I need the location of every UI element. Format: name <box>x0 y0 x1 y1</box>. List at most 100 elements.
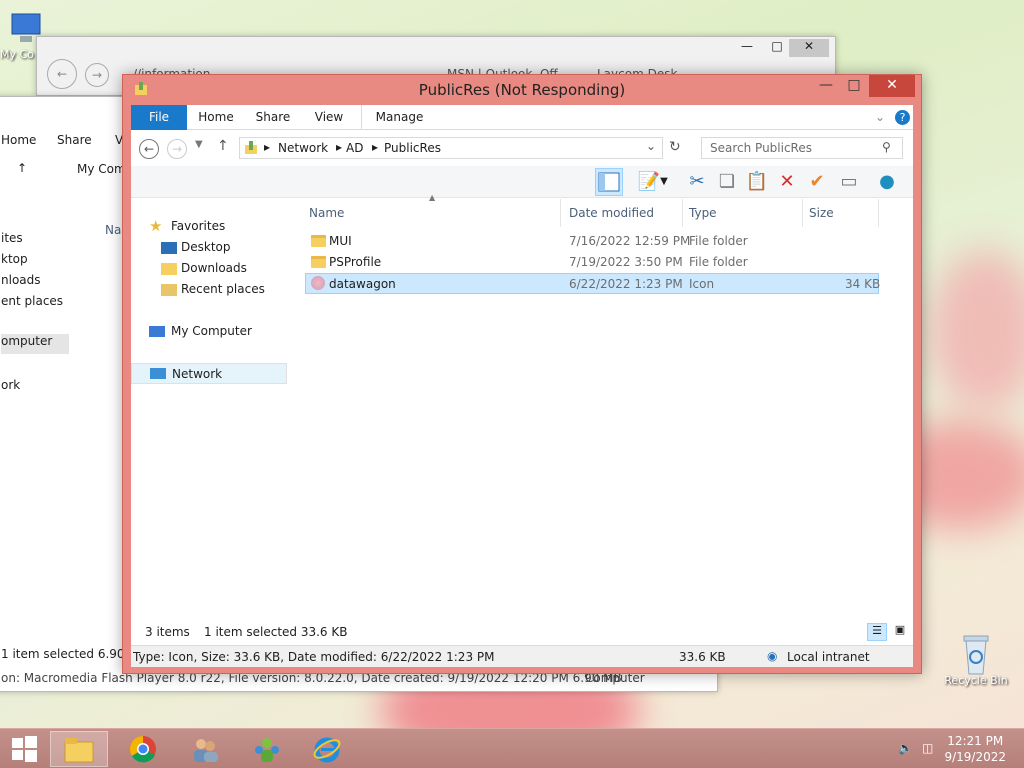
taskbar-internet-explorer[interactable] <box>298 731 356 767</box>
column-header-type[interactable]: Type <box>685 199 803 227</box>
minimize-button[interactable]: — <box>813 75 839 97</box>
nav-network[interactable]: Network <box>131 363 287 384</box>
maximize-button[interactable]: □ <box>765 39 789 53</box>
folder-icon <box>311 256 326 268</box>
navigation-pane: ★ Favorites Desktop Downloads Recent pla… <box>131 199 295 619</box>
forward-icon[interactable]: → <box>167 139 187 159</box>
rename-icon[interactable]: ▭ <box>835 168 863 196</box>
desktop-icon <box>161 242 177 254</box>
up-icon[interactable]: ↑ <box>17 161 27 175</box>
details-view-icon[interactable]: ☰ <box>867 623 887 641</box>
selection-info: 1 item selected 33.6 KB <box>204 625 348 639</box>
search-input[interactable]: Search PublicRes ⚲ <box>701 137 903 159</box>
taskbar-users-app[interactable] <box>176 731 234 767</box>
tab-manage[interactable]: Manage <box>361 105 437 130</box>
recent-locations-icon[interactable]: ▼ <box>195 139 203 150</box>
downloads-icon <box>161 263 177 275</box>
paste-icon[interactable]: 📋 <box>743 168 771 196</box>
tab-share[interactable]: Share <box>57 133 92 147</box>
nav-item[interactable]: ent places <box>1 294 63 308</box>
clock-date: 9/19/2022 <box>944 750 1006 764</box>
window-title: PublicRes (Not Responding) <box>418 81 626 99</box>
taskbar-chrome[interactable] <box>114 731 172 767</box>
icon-file-icon <box>311 276 325 290</box>
network-tray-icon[interactable]: ◫ <box>922 741 933 755</box>
nav-item[interactable]: ites <box>1 231 23 245</box>
tab-view[interactable]: View <box>305 105 353 130</box>
column-header-date[interactable]: Date modified <box>565 199 683 227</box>
nav-favorites[interactable]: ★ Favorites <box>131 216 295 237</box>
taskbar-network-app[interactable] <box>238 731 296 767</box>
chevron-down-icon[interactable]: ▼ <box>657 168 671 196</box>
column-header-name[interactable]: Name <box>305 199 561 227</box>
file-row[interactable]: PSProfile 7/19/2022 3:50 PM File folder <box>305 252 879 273</box>
close-button[interactable]: ✕ <box>789 39 829 57</box>
start-button[interactable] <box>0 731 48 767</box>
intranet-icon: ◉ <box>767 649 778 663</box>
delete-icon[interactable]: ✕ <box>773 168 801 196</box>
large-icons-view-icon[interactable]: ▣ <box>891 623 909 641</box>
network-icon <box>150 368 166 379</box>
nav-item[interactable]: ktop <box>1 252 28 266</box>
recycle-bin-icon <box>956 632 996 675</box>
globe-icon[interactable]: ● <box>873 168 901 196</box>
back-icon[interactable]: ← <box>47 59 77 89</box>
file-row-selected[interactable]: datawagon 6/22/2022 1:23 PM Icon 34 KB <box>305 273 880 294</box>
nav-recent-places[interactable]: Recent places <box>131 279 295 300</box>
minimize-button[interactable]: — <box>735 39 759 53</box>
item-count: 3 items <box>145 625 190 639</box>
desktop-icon-label: My Co <box>0 48 34 61</box>
tab-share[interactable]: Share <box>247 105 299 130</box>
chevron-down-icon[interactable]: ⌄ <box>875 110 885 124</box>
breadcrumb-ad[interactable]: AD <box>346 141 363 155</box>
folder-icon <box>311 235 326 247</box>
help-icon[interactable]: ? <box>895 110 910 125</box>
copy-icon[interactable]: ❏ <box>713 168 741 196</box>
users-icon <box>194 739 218 762</box>
status-text: 1 item selected 6.90 M <box>1 647 139 661</box>
tab-home[interactable]: Home <box>1 133 36 147</box>
checkmark-icon[interactable]: ✔ <box>803 168 831 196</box>
cut-icon[interactable]: ✂ <box>683 168 711 196</box>
back-icon[interactable]: ← <box>139 139 159 159</box>
close-button[interactable]: ✕ <box>869 75 915 97</box>
star-icon: ★ <box>149 217 163 235</box>
nav-item[interactable]: ork <box>1 378 20 392</box>
nav-downloads[interactable]: Downloads <box>131 258 295 279</box>
toolbar: 📝 ▼ ✂ ❏ 📋 ✕ ✔ ▭ ● <box>131 166 913 198</box>
desktop-icon-my-computer[interactable]: My Co <box>0 10 41 61</box>
preview-pane-icon[interactable] <box>595 168 623 196</box>
chevron-down-icon[interactable]: ⌄ <box>646 139 656 153</box>
folder-icon <box>64 738 94 763</box>
breadcrumb-network[interactable]: Network <box>278 141 328 155</box>
internet-explorer-icon <box>313 737 341 763</box>
tab-home[interactable]: Home <box>191 105 241 130</box>
nav-item[interactable]: omputer <box>1 334 69 354</box>
nav-my-computer[interactable]: My Computer <box>131 321 295 342</box>
nav-desktop[interactable]: Desktop <box>131 237 295 258</box>
file-list: ▲ Name Date modified Type Size MUI 7/16/… <box>305 193 913 639</box>
clock-time: 12:21 PM <box>947 734 1004 748</box>
recent-places-icon <box>161 284 177 296</box>
maximize-button[interactable]: □ <box>841 75 867 97</box>
explorer-window[interactable]: PublicRes (Not Responding) — □ ✕ File Ho… <box>122 74 922 674</box>
column-header-size[interactable]: Size <box>805 199 879 227</box>
volume-muted-icon[interactable]: 🔈 <box>898 741 913 755</box>
address-row: ← → ▼ ↑ ▸ Network ▸ AD ▸ PublicRes ⌄ ↻ S… <box>131 131 913 165</box>
file-row[interactable]: MUI 7/16/2022 12:59 PM File folder <box>305 231 879 252</box>
refresh-icon[interactable]: ↻ <box>669 139 681 155</box>
search-icon[interactable]: ⚲ <box>882 140 891 154</box>
taskbar-file-explorer[interactable] <box>50 731 108 767</box>
clock[interactable]: 12:21 PM 9/19/2022 <box>944 733 1006 765</box>
chrome-icon <box>129 735 156 763</box>
up-icon[interactable]: ↑ <box>217 138 229 154</box>
tab-file[interactable]: File <box>131 105 187 130</box>
taskbar: 🔈 ◫ 12:21 PM 9/19/2022 <box>0 728 1024 768</box>
breadcrumb-publicres[interactable]: PublicRes <box>384 141 441 155</box>
details-size: 33.6 KB <box>679 650 726 664</box>
forward-icon[interactable]: → <box>85 63 109 87</box>
nav-item[interactable]: nloads <box>1 273 41 287</box>
network-location-icon <box>244 141 258 155</box>
desktop-icon-recycle-bin[interactable]: Recycle Bin <box>940 632 1012 687</box>
address-bar[interactable]: ▸ Network ▸ AD ▸ PublicRes ⌄ <box>239 137 663 159</box>
